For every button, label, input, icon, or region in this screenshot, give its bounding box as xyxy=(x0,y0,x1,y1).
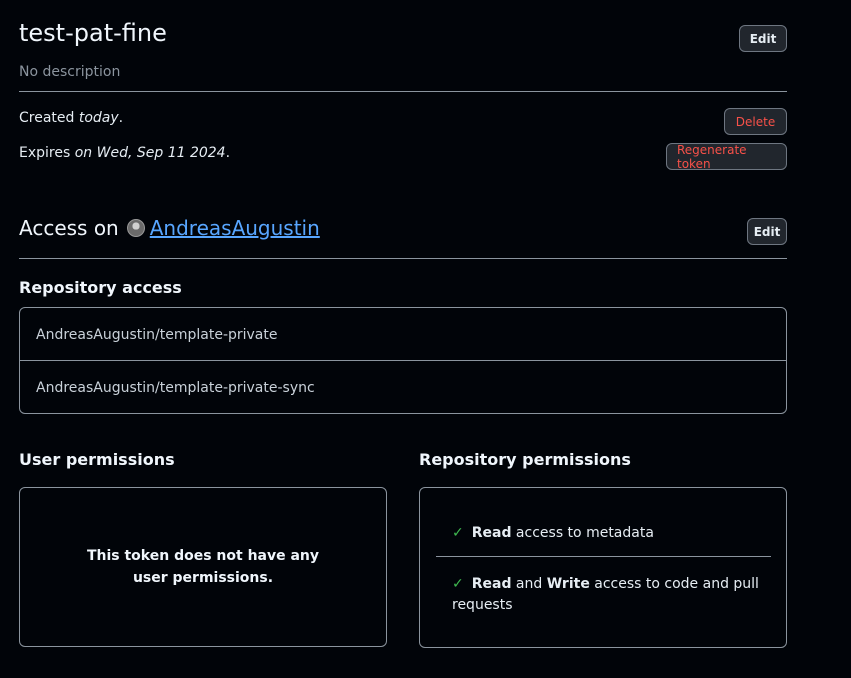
check-icon: ✓ xyxy=(452,576,464,592)
list-item: AndreasAugustin/template-private xyxy=(20,308,786,361)
permission-read: Read xyxy=(471,525,512,541)
created-value: today xyxy=(78,110,119,126)
regenerate-token-button[interactable]: Regenerate token xyxy=(666,143,787,171)
edit-token-button[interactable]: Edit xyxy=(739,25,787,52)
permission-text: and xyxy=(511,576,547,592)
divider xyxy=(19,258,787,259)
repo-name: AndreasAugustin/template-private xyxy=(36,326,278,343)
divider xyxy=(19,91,787,92)
expires-value: on Wed, Sep 11 2024 xyxy=(74,145,226,161)
edit-access-button[interactable]: Edit xyxy=(747,218,787,245)
created-prefix: Created xyxy=(19,110,79,126)
permission-read: Read xyxy=(471,576,512,592)
repository-permissions-heading: Repository permissions xyxy=(419,450,631,469)
repository-list: AndreasAugustin/template-private Andreas… xyxy=(19,307,787,414)
permission-write: Write xyxy=(546,576,590,592)
list-item: AndreasAugustin/template-private-sync xyxy=(20,361,786,414)
repository-permissions-box: ✓ Read access to metadata ✓ Read and Write… xyxy=(419,487,787,648)
expires-prefix: Expires xyxy=(19,145,75,161)
permission-item: ✓ Read and Write access to code and pull … xyxy=(452,574,762,616)
check-icon: ✓ xyxy=(452,525,464,541)
avatar xyxy=(126,219,145,237)
user-permissions-heading: User permissions xyxy=(19,450,175,469)
token-description: No description xyxy=(19,64,121,80)
access-heading: Access on AndreasAugustin xyxy=(19,216,320,240)
created-text: Created today. xyxy=(19,110,123,126)
permission-item: ✓ Read access to metadata xyxy=(452,523,654,544)
expires-text: Expires on Wed, Sep 11 2024. xyxy=(19,145,230,161)
user-permissions-box: This token does not have any user permis… xyxy=(19,487,387,647)
expires-suffix: . xyxy=(225,145,231,161)
owner-link[interactable]: AndreasAugustin xyxy=(150,216,320,240)
token-name: test-pat-fine xyxy=(19,19,167,47)
delete-token-button[interactable]: Delete xyxy=(724,108,787,135)
divider xyxy=(436,556,771,557)
created-suffix: . xyxy=(118,110,124,126)
repo-name: AndreasAugustin/template-private-sync xyxy=(36,379,315,396)
access-prefix: Access on xyxy=(19,216,119,240)
permission-text: access to metadata xyxy=(511,525,654,541)
repository-access-heading: Repository access xyxy=(19,278,182,297)
empty-permissions-text: This token does not have any user permis… xyxy=(86,548,320,586)
